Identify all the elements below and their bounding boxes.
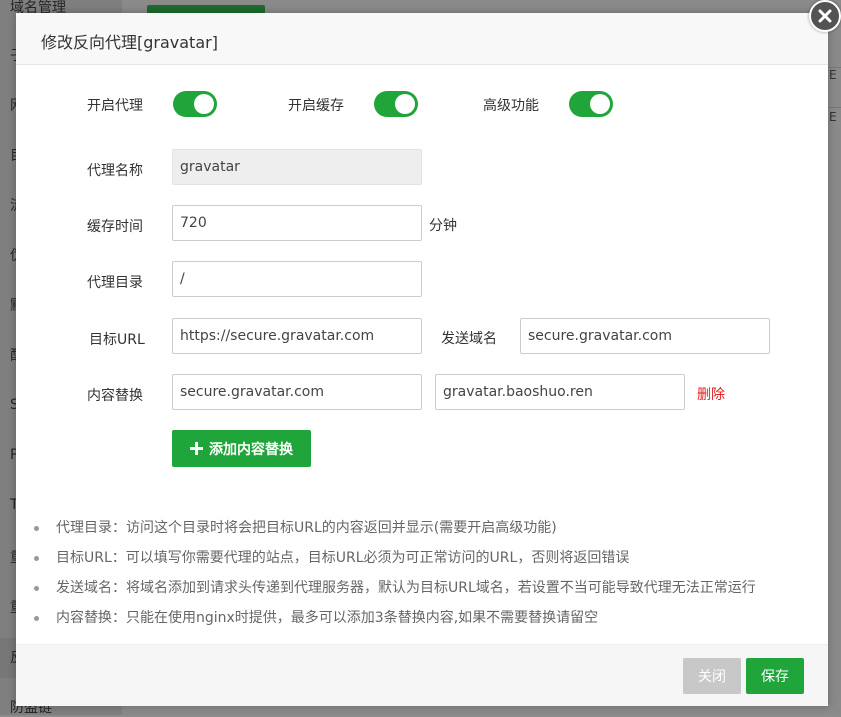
advanced-features-label: 高级功能 [483, 98, 539, 114]
help-tip: 代理目录：访问这个目录时将会把目标URL的内容返回并显示(需要开启高级功能) [34, 513, 756, 543]
dialog-header: 修改反向代理[gravatar] [16, 13, 828, 65]
close-button[interactable]: 关闭 [683, 658, 741, 694]
toggle-knob [395, 94, 415, 114]
enable-cache-label: 开启缓存 [288, 98, 344, 114]
target-url-input[interactable] [172, 318, 422, 354]
send-domain-label: 发送域名 [441, 331, 497, 347]
help-tip: 发送域名：将域名添加到请求头传递到代理服务器，默认为目标URL域名，若设置不当可… [34, 573, 756, 603]
target-url-label: 目标URL [89, 332, 145, 348]
cache-time-input[interactable] [172, 205, 422, 241]
cache-time-label: 缓存时间 [87, 219, 143, 235]
bullet-icon [34, 586, 39, 591]
reverse-proxy-dialog: 修改反向代理[gravatar] 开启代理 开启缓存 高级功能 代理名称 缓存时… [16, 13, 828, 706]
cache-time-unit: 分钟 [429, 218, 457, 234]
plus-icon [190, 442, 203, 455]
close-icon [818, 9, 832, 23]
content-replace-to-input[interactable] [435, 374, 685, 410]
toggle-knob [194, 94, 214, 114]
enable-cache-toggle[interactable] [374, 91, 418, 117]
content-replace-from-input[interactable] [172, 374, 422, 410]
dialog-title: 修改反向代理[gravatar] [41, 33, 218, 52]
bullet-icon [34, 526, 39, 531]
delete-replace-link[interactable]: 删除 [697, 384, 725, 404]
save-button[interactable]: 保存 [746, 658, 804, 694]
proxy-name-input[interactable] [172, 149, 422, 185]
toggle-knob [590, 94, 610, 114]
content-replace-label: 内容替换 [87, 388, 143, 404]
help-tip: 目标URL：可以填写你需要代理的站点，目标URL必须为可正常访问的URL，否则将… [34, 543, 756, 573]
background-divider [827, 107, 841, 108]
proxy-dir-label: 代理目录 [87, 275, 143, 291]
help-tip-text: 代理目录：访问这个目录时将会把目标URL的内容返回并显示(需要开启高级功能) [56, 520, 557, 536]
help-tip: 内容替换：只能在使用nginx时提供，最多可以添加3条替换内容,如果不需要替换请… [34, 603, 756, 633]
send-domain-input[interactable] [520, 318, 770, 354]
dialog-close-button[interactable] [809, 0, 841, 32]
background-text: E [829, 68, 837, 82]
background-text: E [829, 110, 837, 124]
help-tip-text: 目标URL：可以填写你需要代理的站点，目标URL必须为可正常访问的URL，否则将… [56, 550, 630, 566]
add-content-replace-button[interactable]: 添加内容替换 [172, 430, 311, 467]
bullet-icon [34, 616, 39, 621]
dialog-footer: 关闭 保存 [16, 644, 828, 706]
help-tips-list: 代理目录：访问这个目录时将会把目标URL的内容返回并显示(需要开启高级功能) 目… [34, 513, 756, 633]
bullet-icon [34, 556, 39, 561]
proxy-dir-input[interactable] [172, 261, 422, 297]
advanced-features-toggle[interactable] [569, 91, 613, 117]
proxy-name-label: 代理名称 [87, 163, 143, 179]
enable-proxy-toggle[interactable] [173, 91, 217, 117]
add-content-replace-label: 添加内容替换 [209, 441, 293, 458]
help-tip-text: 内容替换：只能在使用nginx时提供，最多可以添加3条替换内容,如果不需要替换请… [56, 610, 599, 626]
help-tip-text: 发送域名：将域名添加到请求头传递到代理服务器，默认为目标URL域名，若设置不当可… [56, 580, 756, 596]
enable-proxy-label: 开启代理 [87, 98, 143, 114]
